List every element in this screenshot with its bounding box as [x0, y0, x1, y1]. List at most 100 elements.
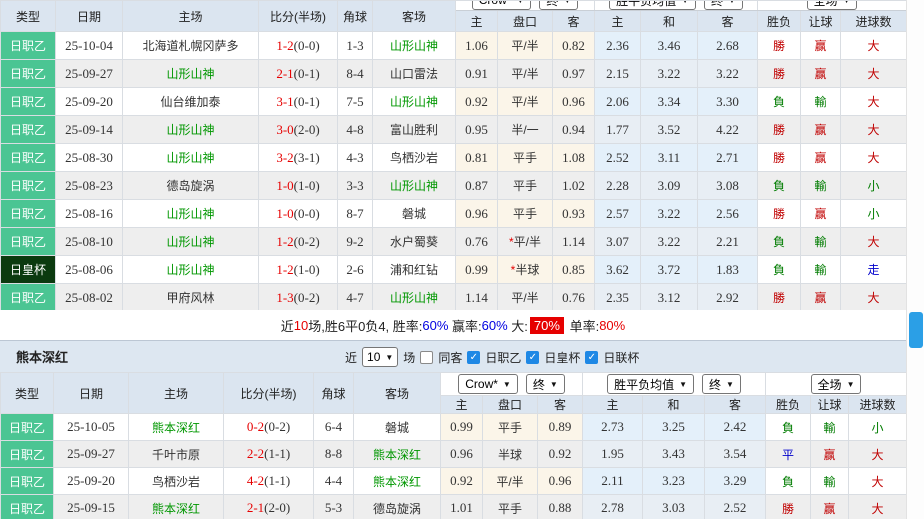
handicap-result-cell: 赢 — [801, 284, 841, 312]
home-team-link[interactable]: 山形山神 — [123, 200, 259, 228]
handicap-line-cell: 平/半 — [498, 284, 553, 312]
score-cell: 2-1(0-1) — [259, 60, 338, 88]
home-team-link[interactable]: 山形山神 — [123, 256, 259, 284]
handicap-line-cell: 平手 — [498, 172, 553, 200]
emperors-cup-checkbox[interactable]: ✓ — [526, 351, 539, 364]
halftime-score: (1-0) — [294, 262, 320, 277]
away-team-link[interactable]: 浦和红钻 — [373, 256, 456, 284]
final-odds-select-value: 终 — [546, 1, 558, 9]
handicap-result-cell: 赢 — [801, 116, 841, 144]
col-header-date: 日期 — [54, 373, 129, 414]
table-row: 日职乙25-08-02甲府风林1-3(0-2)4-7山形山神1.14平/半0.7… — [1, 284, 907, 312]
date-cell: 25-09-15 — [54, 495, 129, 519]
halftime-score: (1-1) — [264, 446, 290, 461]
line-text: 半球 — [515, 263, 539, 277]
home-team-link[interactable]: 鸟栖沙岩 — [129, 468, 224, 495]
home-team-link[interactable]: 山形山神 — [123, 144, 259, 172]
scope-select[interactable]: 全场▼ — [811, 374, 862, 394]
home-odds-cell: 0.76 — [456, 228, 498, 256]
match-count-value: 10 — [367, 350, 380, 364]
bookmaker-select[interactable]: Crow*▼ — [472, 1, 532, 10]
table-row: 日职乙25-10-05熊本深红0-2(0-2)6-4磐城0.99平手0.892.… — [1, 414, 907, 441]
scrollbar-thumb[interactable] — [909, 312, 923, 348]
home-team-link[interactable]: 北海道札幌冈萨多 — [123, 32, 259, 60]
final-odds-select[interactable]: 终▼ — [539, 1, 578, 10]
handicap-result-cell: 輸 — [801, 228, 841, 256]
home-team-link[interactable]: 山形山神 — [123, 228, 259, 256]
away-team-link[interactable]: 山形山神 — [373, 88, 456, 116]
avg-draw-cell: 3.22 — [641, 228, 698, 256]
avg-draw-cell: 3.11 — [641, 144, 698, 172]
table-row: 日职乙25-09-14山形山神3-0(2-0)4-8富山胜利0.95半/一0.9… — [1, 116, 907, 144]
line-text: 平/半 — [496, 475, 523, 489]
home-odds-cell: 0.96 — [441, 441, 483, 468]
goals-result-cell: 大 — [849, 468, 907, 495]
home-team-link[interactable]: 山形山神 — [123, 116, 259, 144]
avg-draw-cell: 3.72 — [641, 256, 698, 284]
final-avg-select[interactable]: 终▼ — [704, 1, 743, 10]
scrollbar-track[interactable] — [906, 0, 924, 519]
goals-result-cell: 大 — [849, 441, 907, 468]
away-team-link[interactable]: 山形山神 — [373, 32, 456, 60]
odds-filter-cell: Crow*▼ 终▼ — [456, 1, 595, 11]
col-header-avg-draw: 和 — [641, 11, 698, 32]
table-row: 日职乙25-08-16山形山神1-0(0-0)8-7磐城0.96平手0.932.… — [1, 200, 907, 228]
col-header-handicap: 让球 — [801, 11, 841, 32]
col-header-handicap: 让球 — [811, 396, 849, 414]
scope-select[interactable]: 全场▼ — [807, 1, 858, 10]
same-away-checkbox[interactable] — [420, 351, 433, 364]
away-team-link[interactable]: 鸟栖沙岩 — [373, 144, 456, 172]
handicap-line-cell: *半球 — [498, 256, 553, 284]
away-team-link[interactable]: 熊本深红 — [354, 468, 441, 495]
goals-result-cell: 小 — [849, 414, 907, 441]
score-cell: 2-1(2-0) — [224, 495, 314, 519]
away-team-link[interactable]: 德岛旋涡 — [354, 495, 441, 519]
avg-odds-select[interactable]: 胜平负均值▼ — [609, 1, 696, 10]
line-text: 平手 — [498, 421, 522, 435]
final-odds-select[interactable]: 终▼ — [526, 374, 565, 394]
away-team-link[interactable]: 富山胜利 — [373, 116, 456, 144]
league-cup-checkbox[interactable]: ✓ — [585, 351, 598, 364]
col-header-type: 类型 — [1, 1, 56, 32]
handicap-line-cell: 平手 — [498, 144, 553, 172]
home-team-link[interactable]: 千叶市原 — [129, 441, 224, 468]
fulltime-score: 3-2 — [276, 150, 293, 165]
summary-segment: 60% — [482, 318, 508, 333]
away-team-link[interactable]: 山形山神 — [373, 172, 456, 200]
chevron-down-icon: ▼ — [385, 353, 393, 362]
away-team-link[interactable]: 磐城 — [354, 414, 441, 441]
home-team-link[interactable]: 山形山神 — [123, 60, 259, 88]
result-cell: 負 — [758, 172, 801, 200]
home-team-link[interactable]: 熊本深红 — [129, 414, 224, 441]
final-avg-select[interactable]: 终▼ — [702, 374, 741, 394]
avg-odds-select[interactable]: 胜平负均值▼ — [607, 374, 694, 394]
score-cell: 3-2(3-1) — [259, 144, 338, 172]
check-icon: ✓ — [529, 352, 537, 363]
home-team-link[interactable]: 仙台维加泰 — [123, 88, 259, 116]
away-odds-cell: 0.96 — [538, 468, 583, 495]
col-header-result: 胜负 — [758, 11, 801, 32]
near-label: 近 — [345, 349, 357, 366]
line-text: 平/半 — [511, 95, 538, 109]
result-cell: 負 — [766, 414, 811, 441]
home-team-link[interactable]: 德岛旋涡 — [123, 172, 259, 200]
away-odds-cell: 0.88 — [538, 495, 583, 519]
home-team-link[interactable]: 熊本深红 — [129, 495, 224, 519]
bookmaker-select[interactable]: Crow*▼ — [458, 374, 518, 394]
scope-select-value: 全场 — [818, 376, 842, 393]
away-team-link[interactable]: 水户蜀葵 — [373, 228, 456, 256]
handicap-result-cell: 輸 — [801, 256, 841, 284]
fulltime-score: 3-1 — [276, 94, 293, 109]
handicap-result-cell: 赢 — [801, 60, 841, 88]
avg-away-cell: 2.52 — [705, 495, 766, 519]
match-count-select[interactable]: 10 ▼ — [362, 347, 398, 367]
home-team-link[interactable]: 甲府风林 — [123, 284, 259, 312]
away-team-link[interactable]: 磐城 — [373, 200, 456, 228]
away-team-link[interactable]: 山口雷法 — [373, 60, 456, 88]
avg-odds-select-value: 胜平负均值 — [614, 376, 674, 393]
league-j2-checkbox[interactable]: ✓ — [467, 351, 480, 364]
away-odds-cell: 1.14 — [553, 228, 595, 256]
away-team-link[interactable]: 山形山神 — [373, 284, 456, 312]
away-team-link[interactable]: 熊本深红 — [354, 441, 441, 468]
line-text: 半球 — [498, 448, 522, 462]
